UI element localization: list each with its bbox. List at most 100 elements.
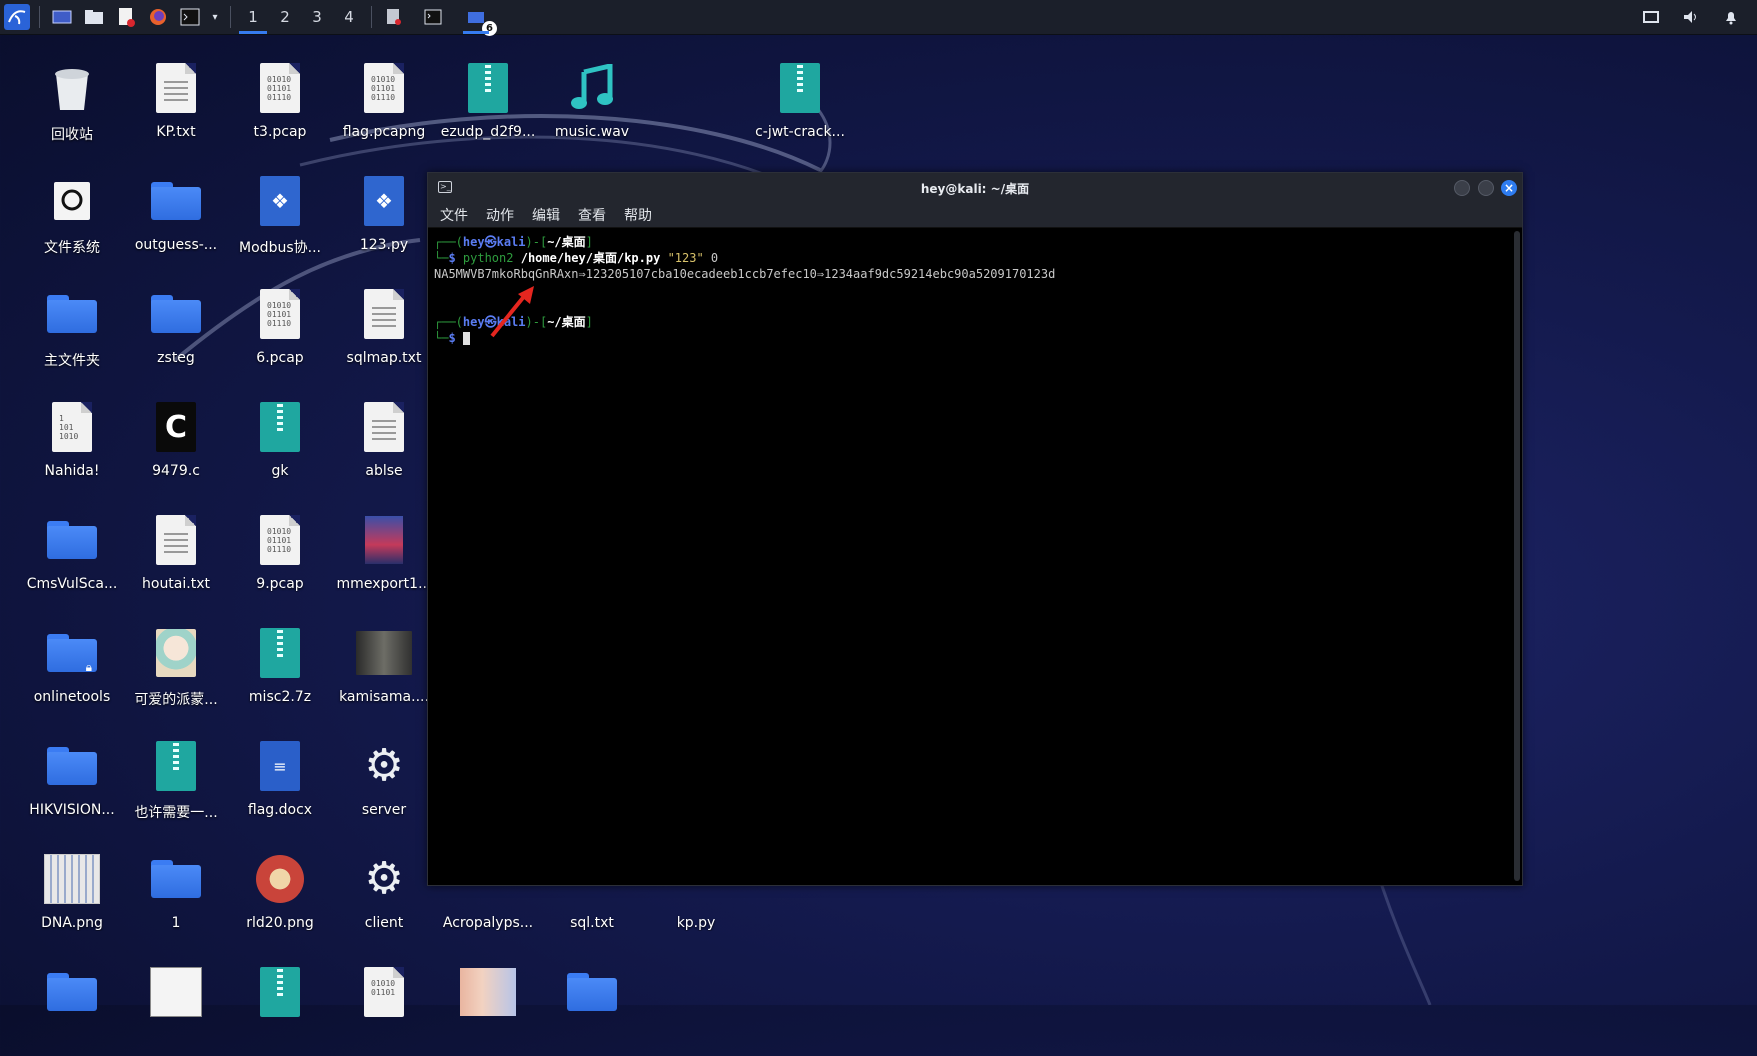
desktop-icon-houtai-txt[interactable]: houtai.txt xyxy=(124,504,228,604)
icon-label: flag.docx xyxy=(247,802,313,818)
file-manager-icon[interactable] xyxy=(81,4,107,30)
desktop-icon-folder-partial[interactable] xyxy=(20,956,124,1056)
command-output: NA5MWVB7mkoRbqGnRAxn⇒123205107cba10ecade… xyxy=(434,267,1056,281)
desktop-icon-hikvision[interactable]: HIKVISION... xyxy=(20,730,124,830)
desktop-icon-outguess[interactable]: outguess-... xyxy=(124,165,228,265)
icon-label: 6.pcap xyxy=(256,350,304,366)
desktop-icon-misc2-7z[interactable]: misc2.7z xyxy=(228,617,332,717)
panel-separator xyxy=(371,6,372,28)
prompt-user: hey xyxy=(462,315,485,329)
music-note-icon xyxy=(571,64,613,109)
display-icon[interactable] xyxy=(1638,4,1664,30)
desktop-icon-cmsvulscan[interactable]: CmsVulSca... xyxy=(20,504,124,604)
window-button-editor-icon[interactable] xyxy=(381,4,407,30)
workspace-2[interactable]: 2 xyxy=(269,0,301,34)
desktop-icon-ezudp[interactable]: ezudp_d2f9... xyxy=(436,52,540,152)
command-binary: python2 xyxy=(462,251,514,265)
prompt-user: hey xyxy=(462,235,485,249)
desktop-icon-9-pcap[interactable]: 01010 01101 01110 9.pcap xyxy=(228,504,332,604)
desktop-icon-flag-docx[interactable]: ≡ flag.docx xyxy=(228,730,332,830)
icon-label: KP.txt xyxy=(156,124,196,140)
icon-label: ezudp_d2f9... xyxy=(440,124,536,140)
kali-menu-icon[interactable] xyxy=(4,4,30,30)
home-folder-icon xyxy=(47,295,97,333)
folder-icon xyxy=(151,295,201,333)
workspace-4[interactable]: 4 xyxy=(333,0,365,34)
terminal-titlebar[interactable]: >_ hey@kali: ~/桌面 × xyxy=(428,173,1522,203)
icon-label: DNA.png xyxy=(41,915,103,931)
menu-view[interactable]: 查看 xyxy=(578,205,606,225)
desktop-icon-123-py[interactable]: ❖ 123.py xyxy=(332,165,436,265)
window-button-files-icon[interactable]: 6 xyxy=(461,0,497,36)
desktop-icon-9479-c[interactable]: C 9479.c xyxy=(124,391,228,491)
desktop-icon-kamisama[interactable]: kamisama.... xyxy=(332,617,436,717)
desktop-icon-zip-partial[interactable] xyxy=(228,956,332,1056)
window-button-terminal-icon[interactable] xyxy=(420,4,446,30)
terminal-title: hey@kali: ~/桌面 xyxy=(920,181,1030,196)
volume-icon[interactable] xyxy=(1678,4,1704,30)
terminal-launcher-icon[interactable] xyxy=(177,4,203,30)
icon-label: mmexport1... xyxy=(336,576,432,592)
icon-label: HIKVISION... xyxy=(29,802,115,818)
command-path: /home/hey/桌面/kp.py xyxy=(520,251,661,265)
terminal-window-icon: >_ xyxy=(438,181,452,193)
desktop-icon-gk[interactable]: gk xyxy=(228,391,332,491)
desktop-icon-anime-partial[interactable] xyxy=(436,956,540,1056)
menu-help[interactable]: 帮助 xyxy=(624,205,652,225)
desktop-icon-rld20-png[interactable]: rld20.png xyxy=(228,843,332,943)
desktop-icon-dna-png[interactable]: DNA.png xyxy=(20,843,124,943)
show-desktop-icon[interactable] xyxy=(49,4,75,30)
desktop-icon-6-pcap[interactable]: 01010 01101 01110 6.pcap xyxy=(228,278,332,378)
desktop-icon-sqlmap-txt[interactable]: sqlmap.txt xyxy=(332,278,436,378)
desktop-icon-kp-txt[interactable]: KP.txt xyxy=(124,52,228,152)
minimize-button[interactable] xyxy=(1454,180,1470,196)
terminal-scrollbar[interactable] xyxy=(1514,231,1520,881)
image-thumbnail xyxy=(156,629,196,677)
icon-label: 9.pcap xyxy=(256,576,304,592)
firefox-icon[interactable] xyxy=(145,4,171,30)
desktop-icon-comic-partial[interactable] xyxy=(124,956,228,1056)
terminal-window[interactable]: >_ hey@kali: ~/桌面 × 文件 动作 编辑 查看 帮助 ┌──(h… xyxy=(427,172,1523,886)
text-editor-icon[interactable] xyxy=(113,4,139,30)
menu-actions[interactable]: 动作 xyxy=(486,205,514,225)
chevron-down-icon[interactable]: ▾ xyxy=(209,4,221,30)
panel-separator xyxy=(39,6,40,28)
desktop-icon-c-jwt-crack[interactable]: c-jwt-crack... xyxy=(748,52,852,152)
desktop-icon-filesystem[interactable]: 文件系统 xyxy=(20,165,124,265)
icon-label: zsteg xyxy=(157,350,195,366)
desktop-icon-folder-1[interactable]: 1 xyxy=(124,843,228,943)
desktop-icon-home[interactable]: 主文件夹 xyxy=(20,278,124,378)
menu-edit[interactable]: 编辑 xyxy=(532,205,560,225)
desktop-icon-music-wav[interactable]: music.wav xyxy=(540,52,644,152)
desktop-icon-zsteg[interactable]: zsteg xyxy=(124,278,228,378)
notification-bell-icon[interactable] xyxy=(1718,4,1744,30)
desktop-icon-maybe-need[interactable]: 也许需要一... xyxy=(124,730,228,830)
desktop-icon-flag-pcapng[interactable]: 01010 01101 01110 flag.pcapng xyxy=(332,52,436,152)
icon-label: 可爱的派蒙... xyxy=(134,692,218,708)
close-button[interactable]: × xyxy=(1501,180,1517,196)
desktop-icon-onlinetools[interactable]: 🔒︎ onlinetools xyxy=(20,617,124,717)
binary-file-icon: 01010 01101 01110 xyxy=(260,63,300,113)
menu-file[interactable]: 文件 xyxy=(440,205,468,225)
folder-icon xyxy=(47,747,97,785)
desktop-icon-paimon[interactable]: 可爱的派蒙... xyxy=(124,617,228,717)
binary-file-icon: 01010 01101 01110 xyxy=(364,63,404,113)
folder-icon xyxy=(151,182,201,220)
desktop-icon-modbus[interactable]: ❖ Modbus协... xyxy=(228,165,332,265)
top-panel: ▾ 1 2 3 4 6 xyxy=(0,0,1757,36)
desktop-icon-ablse[interactable]: ablse xyxy=(332,391,436,491)
icon-label: sql.txt xyxy=(570,915,614,931)
desktop-icon-trash[interactable]: 回收站 xyxy=(20,52,124,152)
desktop-icon-folder-partial-2[interactable] xyxy=(540,956,644,1056)
desktop-icon-mmexport[interactable]: mmexport1... xyxy=(332,504,436,604)
workspace-1[interactable]: 1 xyxy=(237,0,269,34)
desktop-icon-client[interactable]: ⚙ client xyxy=(332,843,436,943)
maximize-button[interactable] xyxy=(1478,180,1494,196)
desktop-icon-nahida[interactable]: 1 101 1010 Nahida! xyxy=(20,391,124,491)
workspace-3[interactable]: 3 xyxy=(301,0,333,34)
terminal-output[interactable]: ┌──(hey㉿kali)-[~/桌面] └─$ python2 /home/h… xyxy=(428,228,1510,885)
desktop-icon-t3-pcap[interactable]: 01010 01101 01110 t3.pcap xyxy=(228,52,332,152)
desktop-icon-server[interactable]: ⚙ server xyxy=(332,730,436,830)
icon-label: kamisama.... xyxy=(339,689,429,705)
desktop-icon-binary-partial[interactable]: 01010 01101 xyxy=(332,956,436,1056)
